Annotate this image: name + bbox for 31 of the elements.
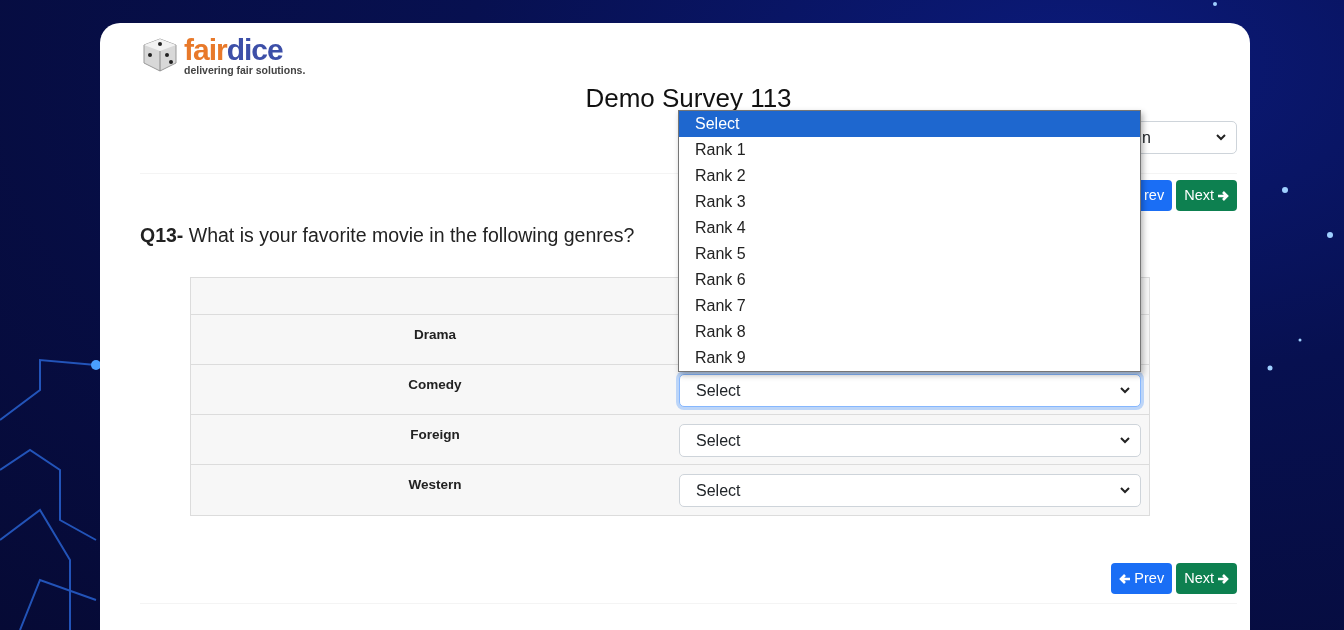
right-arrow-icon xyxy=(1217,572,1229,585)
genre-label: Foreign xyxy=(409,426,461,445)
chevron-icon xyxy=(1216,134,1226,141)
dropdown-option[interactable]: Rank 6 xyxy=(679,267,1140,293)
question-text: Q13- What is your favorite movie in the following genres? xyxy=(140,223,635,248)
dropdown-option[interactable]: Rank 5 xyxy=(679,241,1140,267)
next-button[interactable]: Next xyxy=(1176,180,1237,211)
dropdown-option[interactable]: Rank 3 xyxy=(679,189,1140,215)
genre-label: Drama xyxy=(413,326,457,345)
rank-select[interactable]: Select xyxy=(679,474,1141,508)
chevron-icon xyxy=(1120,487,1130,495)
right-arrow-icon xyxy=(1217,189,1229,202)
logo-wordmark: fairdice xyxy=(184,35,284,65)
genre-label: Comedy xyxy=(407,376,463,395)
dropdown-option[interactable]: Rank 4 xyxy=(679,215,1140,241)
genre-label: Western xyxy=(407,476,463,495)
dropdown-option[interactable]: Rank 1 xyxy=(679,137,1140,163)
chevron-icon xyxy=(1120,387,1130,395)
left-arrow-icon xyxy=(1119,572,1132,585)
prev-button[interactable]: Prev xyxy=(1111,563,1173,595)
chevron-icon xyxy=(1120,437,1130,445)
next-button[interactable]: Next xyxy=(1176,563,1237,595)
rank-select[interactable]: Select xyxy=(679,374,1141,408)
logo-tagline: delivering fair solutions. xyxy=(184,65,306,76)
survey-title: Demo Survey 113 xyxy=(584,83,793,113)
dropdown-option[interactable]: Rank 9 xyxy=(679,345,1140,371)
dropdown-option[interactable]: Select xyxy=(679,111,1140,137)
dropdown-option[interactable]: Rank 7 xyxy=(679,293,1140,319)
dropdown-option[interactable]: Rank 2 xyxy=(679,163,1140,189)
dropdown-option[interactable]: Rank 8 xyxy=(679,319,1140,345)
rank-select[interactable]: Select xyxy=(679,424,1141,458)
